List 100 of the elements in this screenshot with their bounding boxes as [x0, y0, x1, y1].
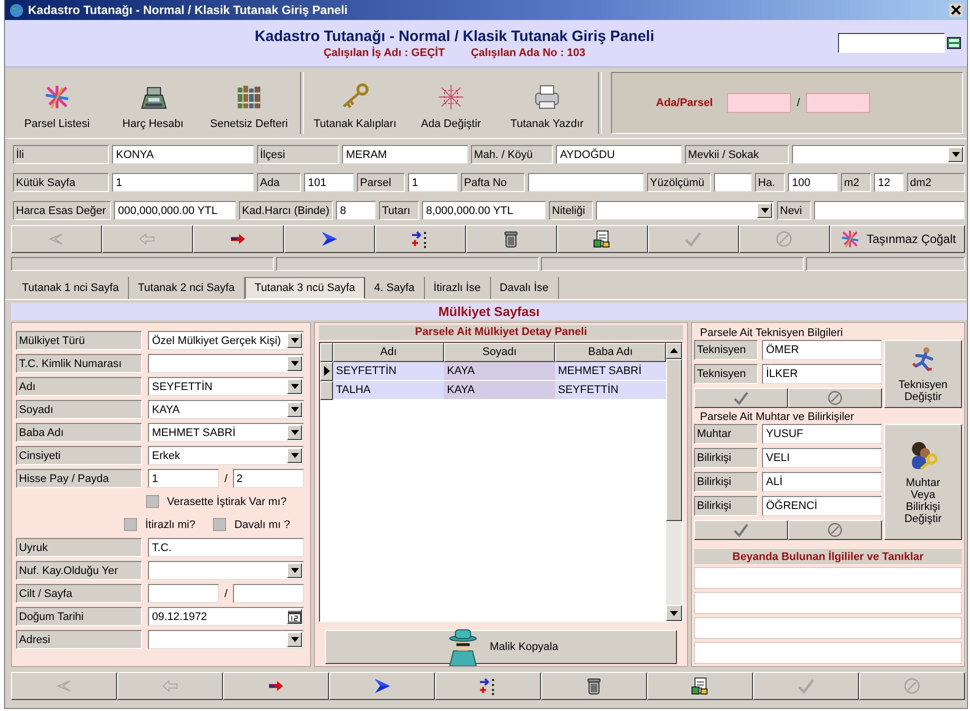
input-field[interactable]: ÖĞRENCİ [762, 496, 882, 516]
input-field[interactable]: ÖMER [762, 340, 882, 360]
input-field[interactable]: YUSUF [762, 424, 882, 444]
scrollbar[interactable] [666, 342, 682, 621]
input-field[interactable]: ALİ [762, 472, 882, 492]
input-field[interactable] [148, 584, 220, 603]
checkbox[interactable] [146, 495, 159, 508]
field-label: T.C. Kimlik Numarası [16, 354, 142, 373]
caret-icon [290, 407, 298, 412]
input-field[interactable] [714, 173, 752, 192]
tab[interactable]: Tutanak 3 ncü Sayfa [244, 277, 366, 299]
input-field[interactable]: 8,000,000.00 YTL [422, 201, 546, 220]
input-field[interactable] [528, 173, 644, 192]
close-icon[interactable] [949, 3, 963, 17]
header-input[interactable] [838, 33, 945, 53]
caret-icon [952, 152, 960, 157]
dropdown[interactable] [148, 630, 304, 649]
duplicate-button[interactable]: Taşınmaz Çoğalt [830, 225, 965, 253]
field-label: dm2 [907, 173, 965, 192]
copy-owner-button[interactable]: Malik Kopyala [325, 630, 677, 664]
nav-button[interactable] [541, 672, 647, 700]
input-field[interactable] [694, 617, 962, 639]
field-label: Tutarı [379, 201, 419, 220]
nav-button[interactable] [374, 225, 466, 253]
nav-button[interactable] [284, 225, 375, 253]
confirm-button[interactable] [694, 388, 788, 408]
toolbar-button[interactable]: Harç Hesabı [105, 70, 201, 136]
confirm-button[interactable] [694, 520, 788, 540]
toolbar-button[interactable]: Tutanak Yazdır [499, 70, 595, 136]
input-field[interactable]: AYDOĞDU [556, 145, 682, 164]
dropdown[interactable] [148, 354, 304, 373]
nav-button[interactable] [647, 672, 753, 700]
column-header[interactable]: Adı [333, 342, 444, 362]
nav-button[interactable] [192, 225, 284, 253]
input-field[interactable]: 000,000,000.00 YTL [114, 201, 236, 220]
field-label: Cilt / Sayfa [16, 584, 142, 603]
dropdown[interactable] [792, 145, 965, 164]
input-field[interactable]: 8 [336, 201, 376, 220]
input-field[interactable]: VELI [762, 448, 882, 468]
field-label: Niteliği [549, 201, 593, 220]
field-label: İlçesi [257, 145, 339, 164]
dropdown[interactable] [148, 561, 304, 580]
field-label: Parsel [357, 173, 405, 192]
toolbar-button[interactable]: Tutanak Kalıpları [307, 70, 403, 136]
cancel-button[interactable] [788, 520, 882, 540]
scroll-down-icon[interactable] [670, 610, 678, 616]
toolbar-button[interactable]: Ada Değiştir [403, 70, 499, 136]
dropdown[interactable]: SEYFETTİN [148, 377, 304, 396]
input-field[interactable] [232, 584, 304, 603]
date-field[interactable]: 09.12.1972 [148, 607, 304, 626]
checkbox[interactable] [213, 518, 226, 531]
nav-button[interactable] [466, 225, 557, 253]
cancel-button[interactable] [788, 388, 882, 408]
field-label: Harca Esas Değer [13, 201, 111, 220]
input-field[interactable]: KONYA [112, 145, 254, 164]
input-field[interactable]: MERAM [342, 145, 468, 164]
input-field[interactable] [814, 201, 965, 220]
input-field[interactable] [694, 642, 962, 664]
input-field[interactable]: 1 [148, 469, 220, 488]
dropdown[interactable]: Erkek [148, 446, 304, 465]
input-field[interactable]: 1 [408, 173, 458, 192]
parsel-field[interactable] [806, 93, 870, 113]
table-cell: KAYA [444, 362, 555, 381]
table-cell: KAYA [444, 380, 555, 400]
check-icon [732, 389, 750, 407]
checkbox[interactable] [124, 518, 138, 531]
input-field[interactable]: 100 [788, 173, 838, 192]
nav-button[interactable] [223, 672, 329, 700]
input-field[interactable]: 12 [874, 173, 904, 192]
nav-button[interactable] [556, 225, 648, 253]
dropdown[interactable]: Özel Mülkiyet Gerçek Kişi) [148, 331, 304, 350]
globe-icon [9, 2, 24, 18]
grid-row[interactable]: SEYFETTİN KAYA MEHMET SABRİ [320, 362, 666, 381]
dropdown[interactable]: KAYA [148, 400, 304, 419]
toolbar-button[interactable]: Parsel Listesi [9, 70, 105, 136]
dropdown[interactable]: MEHMET SABRİ [148, 423, 304, 442]
input-field[interactable]: İLKER [762, 364, 882, 384]
change-expert-button[interactable]: Muhtar Veya Bilirkişi Değiştir [884, 424, 962, 540]
column-header[interactable]: Baba Adı [555, 342, 666, 362]
dropdown[interactable] [596, 201, 774, 220]
ada-field[interactable] [726, 93, 791, 113]
toolbar-button[interactable]: Senetsiz Defteri [201, 70, 297, 136]
input-field[interactable] [694, 592, 962, 614]
group-title: Parsele Ait Muhtar ve Bilirkişiler [699, 411, 856, 424]
input-field[interactable]: 1 [112, 173, 254, 192]
column-header[interactable]: Soyadı [444, 342, 555, 362]
input-field[interactable]: T.C. [148, 538, 304, 557]
nav-button[interactable] [435, 672, 541, 700]
field-label: Kad.Harcı (Binde) [239, 201, 333, 220]
nav-button[interactable] [329, 672, 435, 700]
grid-row[interactable]: TALHA KAYA SEYFETTİN [320, 380, 666, 400]
input-field[interactable]: 2 [232, 469, 304, 488]
field-label: Mah. / Köyü [471, 145, 553, 164]
scroll-up-icon[interactable] [670, 348, 678, 354]
checkbox-label: Verasette İştirak Var mı? [167, 496, 287, 508]
checkbox-label: Davalı mı ? [234, 518, 290, 530]
input-field[interactable] [694, 567, 962, 589]
change-technician-button[interactable]: Teknisyen Değiştir [884, 340, 962, 408]
input-field[interactable]: 101 [304, 173, 354, 192]
table-cell: SEYFETTİN [333, 362, 444, 381]
